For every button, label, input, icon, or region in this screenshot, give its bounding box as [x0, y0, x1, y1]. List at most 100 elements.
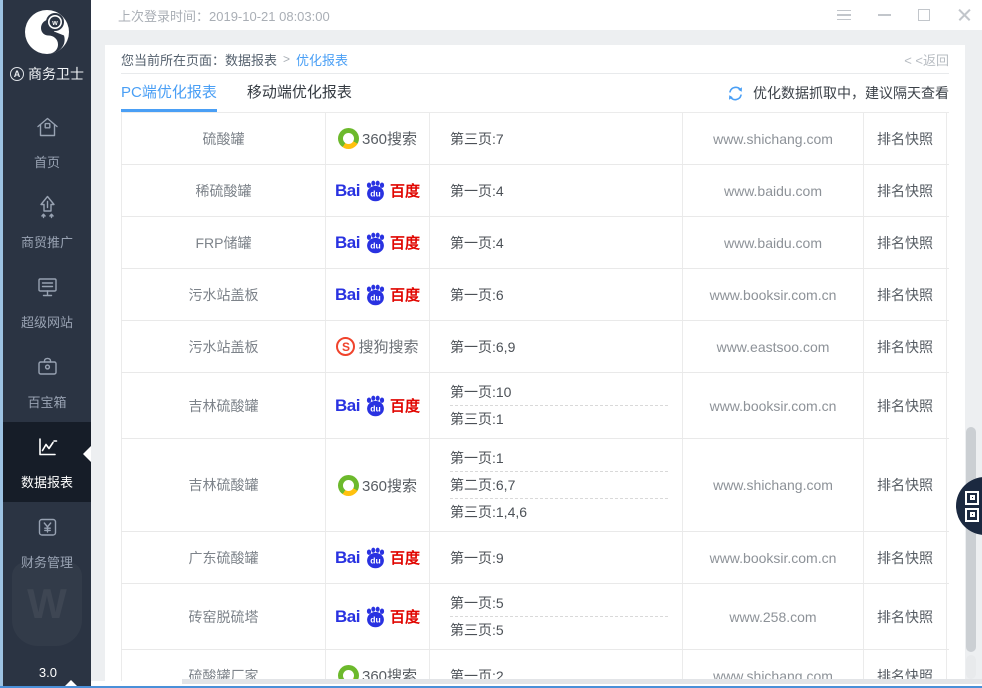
baidu-latin: Bai	[335, 285, 360, 305]
vertical-scrollbar-track	[966, 655, 976, 679]
upgrade-arrow-icon[interactable]	[63, 665, 79, 680]
active-indicator-arrow	[83, 446, 91, 462]
rank-line: 第一页:1	[450, 445, 668, 472]
keyword-text: 广东硫酸罐	[189, 548, 259, 568]
baidu-cn-label: 百度	[390, 232, 420, 253]
snapshot-cell[interactable]: 排名快照	[864, 650, 947, 681]
keyword-cell: 吉林硫酸罐	[121, 439, 326, 531]
url-text: www.eastsoo.com	[717, 339, 830, 355]
snapshot-link[interactable]: 排名快照	[877, 285, 933, 305]
rank-line: 第一页:4	[450, 178, 668, 204]
toolbox-icon	[34, 354, 61, 385]
sidebar-item-website[interactable]: 超级网站	[3, 262, 91, 342]
snapshot-link[interactable]: 排名快照	[877, 129, 933, 149]
svg-text:du: du	[370, 614, 381, 624]
tab-pc-report[interactable]: PC端优化报表	[121, 74, 217, 112]
sidebar-item-label: 百宝箱	[27, 392, 66, 411]
table-row: 砖窑脱硫塔 Bai du 百度 第一页:5第三页:5 www.258.com 排…	[121, 584, 949, 650]
baidu-logo: Bai du 百度	[335, 284, 420, 306]
url-text: www.booksir.com.cn	[710, 287, 837, 303]
rank-line: 第三页:1	[450, 406, 668, 432]
snapshot-cell[interactable]: 排名快照	[864, 584, 947, 649]
snapshot-cell[interactable]: 排名快照	[864, 532, 947, 583]
engine-cell: Bai du 百度	[326, 217, 430, 268]
main-area: 上次登录时间：2019-10-21 08:03:00 您当前所在页面：数据报表 …	[91, 0, 982, 686]
engine-cell: Bai du 百度	[326, 373, 430, 438]
brand-name: 商务卫士	[28, 64, 84, 84]
360-search-logo: 360搜索	[338, 128, 417, 149]
snapshot-cell[interactable]: 排名快照	[864, 217, 947, 268]
keyword-cell: 吉林硫酸罐	[121, 373, 326, 438]
close-icon[interactable]	[956, 8, 972, 22]
baidu-latin: Bai	[335, 233, 360, 253]
engine-cell: Bai du 百度	[326, 532, 430, 583]
snapshot-link[interactable]: 排名快照	[877, 548, 933, 568]
rank-line: 第一页:5	[450, 590, 668, 617]
url-text: www.258.com	[729, 609, 816, 625]
rank-cell: 第一页:2	[430, 650, 683, 681]
breadcrumb: 您当前所在页面：数据报表 > 优化报表 < <返回	[121, 45, 949, 74]
url-text: www.baidu.com	[724, 183, 822, 199]
snapshot-cell[interactable]: 排名快照	[864, 321, 947, 372]
snapshot-cell[interactable]: 排名快照	[864, 113, 947, 164]
keyword-text: 硫酸罐	[203, 129, 245, 149]
rank-line: 第一页:6	[450, 282, 668, 308]
vertical-scrollbar-thumb[interactable]	[966, 427, 976, 652]
url-cell: www.shichang.com	[683, 439, 864, 531]
rank-cell: 第一页:1第二页:6,7第三页:1,4,6	[430, 439, 683, 531]
sidebar-item-reports[interactable]: 数据报表	[3, 422, 91, 502]
sidebar-item-promotion[interactable]: 商贸推广	[3, 182, 91, 262]
tab-mobile-report[interactable]: 移动端优化报表	[247, 74, 352, 112]
menu-icon[interactable]	[836, 8, 852, 22]
version-label: 3.0	[39, 665, 57, 680]
sidebar-item-toolbox[interactable]: 百宝箱	[3, 342, 91, 422]
baidu-cn-label: 百度	[390, 547, 420, 568]
url-cell: www.258.com	[683, 584, 864, 649]
keyword-text: 砖窑脱硫塔	[189, 607, 259, 627]
baidu-logo: Bai du 百度	[335, 606, 420, 628]
sidebar: w A 商务卫士 首页	[3, 0, 91, 686]
maximize-icon[interactable]	[916, 8, 932, 22]
keyword-cell: FRP储罐	[121, 217, 326, 268]
content-card: 您当前所在页面：数据报表 > 优化报表 < <返回 PC端优化报表 移动端优化报…	[105, 45, 965, 681]
keyword-cell: 广东硫酸罐	[121, 532, 326, 583]
snapshot-cell[interactable]: 排名快照	[864, 165, 947, 216]
snapshot-cell[interactable]: 排名快照	[864, 439, 947, 531]
url-text: www.baidu.com	[724, 235, 822, 251]
svg-text:du: du	[370, 403, 381, 413]
baidu-latin: Bai	[335, 396, 360, 416]
last-login-text: 上次登录时间：2019-10-21 08:03:00	[118, 6, 330, 25]
sidebar-item-home[interactable]: 首页	[3, 102, 91, 182]
snapshot-cell[interactable]: 排名快照	[864, 373, 947, 438]
snapshot-link[interactable]: 排名快照	[877, 607, 933, 627]
url-cell: www.booksir.com.cn	[683, 269, 864, 320]
snapshot-link[interactable]: 排名快照	[877, 181, 933, 201]
version-upgrade[interactable]: 3.0	[3, 665, 91, 680]
snapshot-cell[interactable]: 排名快照	[864, 269, 947, 320]
snapshot-link[interactable]: 排名快照	[877, 475, 933, 495]
snapshot-link[interactable]: 排名快照	[877, 233, 933, 253]
engine-cell: Bai du 百度	[326, 584, 430, 649]
breadcrumb-current[interactable]: 优化报表	[296, 50, 348, 69]
snapshot-link[interactable]: 排名快照	[877, 337, 933, 357]
baidu-paw-icon: du	[363, 232, 387, 254]
svg-text:du: du	[370, 555, 381, 565]
engine-cell: 360搜索	[326, 113, 430, 164]
url-cell: www.shichang.com	[683, 650, 864, 681]
svg-text:du: du	[370, 292, 381, 302]
sidebar-item-label: 商贸推广	[21, 232, 73, 251]
back-link[interactable]: < <返回	[904, 50, 949, 69]
baidu-latin: Bai	[335, 607, 360, 627]
url-cell: www.eastsoo.com	[683, 321, 864, 372]
table-row: 污水站盖板 Bai du 百度 第一页:6 www.booksir.com.cn…	[121, 269, 949, 321]
snapshot-link[interactable]: 排名快照	[877, 396, 933, 416]
keyword-text: 吉林硫酸罐	[189, 396, 259, 416]
minimize-icon[interactable]	[876, 8, 892, 22]
titlebar: 上次登录时间：2019-10-21 08:03:00	[91, 0, 982, 30]
svg-text:w: w	[51, 20, 58, 27]
sogou-label: 搜狗搜索	[358, 336, 418, 357]
app-window: w A 商务卫士 首页	[0, 0, 982, 688]
rank-cell: 第一页:4	[430, 217, 683, 268]
baidu-latin: Bai	[335, 181, 360, 201]
svg-text:du: du	[370, 240, 381, 250]
